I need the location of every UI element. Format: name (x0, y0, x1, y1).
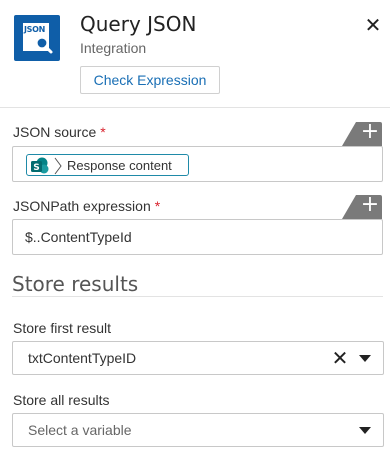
plus-icon: + (360, 192, 380, 217)
plus-icon: + (360, 119, 380, 144)
jsonpath-label-text: JSONPath expression (13, 198, 151, 214)
jsonpath-label: JSONPath expression * (13, 198, 160, 214)
caret-down-icon[interactable] (359, 427, 371, 434)
token-label: Response content (67, 158, 172, 173)
svg-text:S: S (33, 163, 39, 173)
store-all-results-select[interactable]: Select a variable (12, 413, 384, 447)
json-source-field[interactable]: S Response content (12, 146, 383, 182)
sharepoint-icon: S (31, 157, 49, 174)
response-content-token[interactable]: S Response content (26, 154, 189, 176)
magnifier-icon (35, 36, 53, 54)
store-results-heading: Store results (12, 272, 139, 296)
json-source-insert-button[interactable]: + (342, 119, 382, 146)
clear-icon[interactable]: ✕ (330, 347, 350, 369)
required-marker: * (100, 124, 106, 140)
store-first-result-label: Store first result (13, 320, 112, 336)
panel-subtitle: Integration (80, 40, 147, 56)
close-icon[interactable]: ✕ (362, 14, 384, 36)
chevron-right-icon (54, 157, 62, 175)
caret-down-icon[interactable] (359, 355, 371, 362)
json-icon-text: JSON (24, 25, 46, 34)
jsonpath-value: $..ContentTypeId (25, 229, 132, 245)
store-first-result-select[interactable]: txtContentTypeID ✕ (12, 341, 384, 375)
section-divider (12, 296, 383, 297)
panel-title: Query JSON (80, 12, 197, 36)
json-source-label: JSON source * (13, 124, 106, 140)
query-json-panel: JSON Query JSON Integration ✕ Check Expr… (0, 0, 390, 451)
jsonpath-insert-button[interactable]: + (342, 192, 382, 219)
json-source-label-text: JSON source (13, 124, 97, 140)
required-marker: * (154, 198, 161, 214)
panel-header: JSON Query JSON Integration ✕ Check Expr… (0, 0, 390, 108)
store-all-results-label: Store all results (13, 392, 110, 408)
query-json-icon: JSON (14, 15, 60, 61)
select-placeholder: Select a variable (28, 422, 132, 438)
jsonpath-input[interactable]: $..ContentTypeId (12, 219, 383, 255)
selected-variable: txtContentTypeID (28, 350, 137, 366)
check-expression-button[interactable]: Check Expression (80, 66, 220, 94)
